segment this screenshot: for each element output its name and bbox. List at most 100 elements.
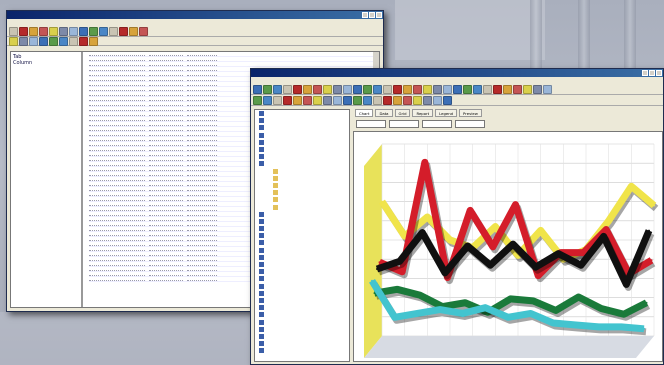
tree-node[interactable] bbox=[255, 203, 349, 210]
tree-item-1[interactable]: Column bbox=[13, 60, 79, 66]
toolbar-button-icon[interactable] bbox=[39, 36, 48, 46]
toolbar-button-icon[interactable] bbox=[283, 84, 292, 94]
toolbar-button-icon[interactable] bbox=[293, 95, 302, 105]
back-window-titlebar[interactable] bbox=[7, 11, 383, 19]
toolbar-button-icon[interactable] bbox=[413, 84, 422, 94]
tree-node[interactable] bbox=[255, 182, 349, 189]
toolbar-button-icon[interactable] bbox=[303, 84, 312, 94]
tree-node[interactable] bbox=[255, 333, 349, 340]
tab-legend[interactable]: Legend bbox=[435, 109, 458, 117]
tree-node[interactable] bbox=[255, 146, 349, 153]
tree-node[interactable] bbox=[255, 160, 349, 167]
tree-node[interactable] bbox=[255, 326, 349, 333]
tree-node[interactable] bbox=[255, 247, 349, 254]
field-0[interactable] bbox=[356, 120, 386, 128]
toolbar-button-icon[interactable] bbox=[263, 84, 272, 94]
toolbar-button-icon[interactable] bbox=[29, 26, 38, 36]
toolbar-button-icon[interactable] bbox=[533, 84, 542, 94]
toolbar-button-icon[interactable] bbox=[49, 36, 58, 46]
toolbar-button-icon[interactable] bbox=[273, 84, 282, 94]
toolbar-button-icon[interactable] bbox=[129, 26, 138, 36]
tree-node[interactable] bbox=[255, 124, 349, 131]
tree-node[interactable] bbox=[255, 232, 349, 239]
close-icon[interactable] bbox=[376, 12, 382, 18]
close-icon[interactable] bbox=[656, 70, 662, 76]
tab-data[interactable]: Data bbox=[375, 109, 393, 117]
front-window[interactable]: Chart Data Grid Report Legend Preview bbox=[250, 68, 664, 365]
tree-node[interactable] bbox=[255, 132, 349, 139]
toolbar-button-icon[interactable] bbox=[89, 36, 98, 46]
toolbar-button-icon[interactable] bbox=[59, 36, 68, 46]
toolbar-button-icon[interactable] bbox=[79, 36, 88, 46]
toolbar-button-icon[interactable] bbox=[139, 26, 148, 36]
toolbar-button-icon[interactable] bbox=[463, 84, 472, 94]
toolbar-button-icon[interactable] bbox=[9, 36, 18, 46]
tree-node[interactable] bbox=[255, 110, 349, 117]
toolbar-button-icon[interactable] bbox=[263, 95, 272, 105]
toolbar-button-icon[interactable] bbox=[323, 84, 332, 94]
tree-node[interactable] bbox=[255, 268, 349, 275]
tree-node[interactable] bbox=[255, 239, 349, 246]
toolbar-button-icon[interactable] bbox=[373, 95, 382, 105]
toolbar-button-icon[interactable] bbox=[333, 84, 342, 94]
toolbar-button-icon[interactable] bbox=[59, 26, 68, 36]
tree-node[interactable] bbox=[255, 340, 349, 347]
toolbar-button-icon[interactable] bbox=[89, 26, 98, 36]
maximize-icon[interactable] bbox=[649, 70, 655, 76]
tree-node[interactable] bbox=[255, 225, 349, 232]
toolbar-button-icon[interactable] bbox=[79, 26, 88, 36]
toolbar-button-icon[interactable] bbox=[433, 95, 442, 105]
tree-node[interactable] bbox=[255, 254, 349, 261]
tab-chart[interactable]: Chart bbox=[355, 109, 374, 117]
toolbar-button-icon[interactable] bbox=[49, 26, 58, 36]
toolbar-button-icon[interactable] bbox=[109, 26, 118, 36]
toolbar-button-icon[interactable] bbox=[373, 84, 382, 94]
toolbar-button-icon[interactable] bbox=[503, 84, 512, 94]
toolbar-button-icon[interactable] bbox=[39, 26, 48, 36]
toolbar-button-icon[interactable] bbox=[283, 95, 292, 105]
toolbar-button-icon[interactable] bbox=[313, 95, 322, 105]
toolbar-button-icon[interactable] bbox=[393, 95, 402, 105]
toolbar-button-icon[interactable] bbox=[323, 95, 332, 105]
toolbar-button-icon[interactable] bbox=[343, 95, 352, 105]
toolbar-button-icon[interactable] bbox=[383, 84, 392, 94]
tree-node[interactable] bbox=[255, 261, 349, 268]
field-2[interactable] bbox=[422, 120, 452, 128]
toolbar-button-icon[interactable] bbox=[29, 36, 38, 46]
tree-node[interactable] bbox=[255, 297, 349, 304]
minimize-icon[interactable] bbox=[642, 70, 648, 76]
toolbar-button-icon[interactable] bbox=[433, 84, 442, 94]
tree-node[interactable] bbox=[255, 189, 349, 196]
toolbar-button-icon[interactable] bbox=[313, 84, 322, 94]
toolbar-button-icon[interactable] bbox=[363, 84, 372, 94]
toolbar-button-icon[interactable] bbox=[303, 95, 312, 105]
toolbar-button-icon[interactable] bbox=[523, 84, 532, 94]
toolbar-button-icon[interactable] bbox=[493, 84, 502, 94]
toolbar-button-icon[interactable] bbox=[293, 84, 302, 94]
toolbar-button-icon[interactable] bbox=[69, 36, 78, 46]
toolbar-button-icon[interactable] bbox=[119, 26, 128, 36]
tree-node[interactable] bbox=[255, 304, 349, 311]
toolbar-button-icon[interactable] bbox=[453, 84, 462, 94]
toolbar-button-icon[interactable] bbox=[423, 95, 432, 105]
toolbar-button-icon[interactable] bbox=[403, 95, 412, 105]
toolbar-button-icon[interactable] bbox=[363, 95, 372, 105]
field-1[interactable] bbox=[389, 120, 419, 128]
toolbar-button-icon[interactable] bbox=[99, 26, 108, 36]
toolbar-button-icon[interactable] bbox=[19, 36, 28, 46]
toolbar-button-icon[interactable] bbox=[443, 84, 452, 94]
toolbar-button-icon[interactable] bbox=[253, 84, 262, 94]
tree-node[interactable] bbox=[255, 218, 349, 225]
toolbar-button-icon[interactable] bbox=[9, 26, 18, 36]
toolbar-button-icon[interactable] bbox=[513, 84, 522, 94]
toolbar-button-icon[interactable] bbox=[423, 84, 432, 94]
toolbar-button-icon[interactable] bbox=[353, 95, 362, 105]
back-tree[interactable]: Tab Column bbox=[11, 52, 83, 307]
toolbar-button-icon[interactable] bbox=[69, 26, 78, 36]
toolbar-button-icon[interactable] bbox=[343, 84, 352, 94]
tree-node[interactable] bbox=[255, 153, 349, 160]
tree-node[interactable] bbox=[255, 175, 349, 182]
tree-node[interactable] bbox=[255, 211, 349, 218]
tree-node[interactable] bbox=[255, 139, 349, 146]
tree-node[interactable] bbox=[255, 117, 349, 124]
